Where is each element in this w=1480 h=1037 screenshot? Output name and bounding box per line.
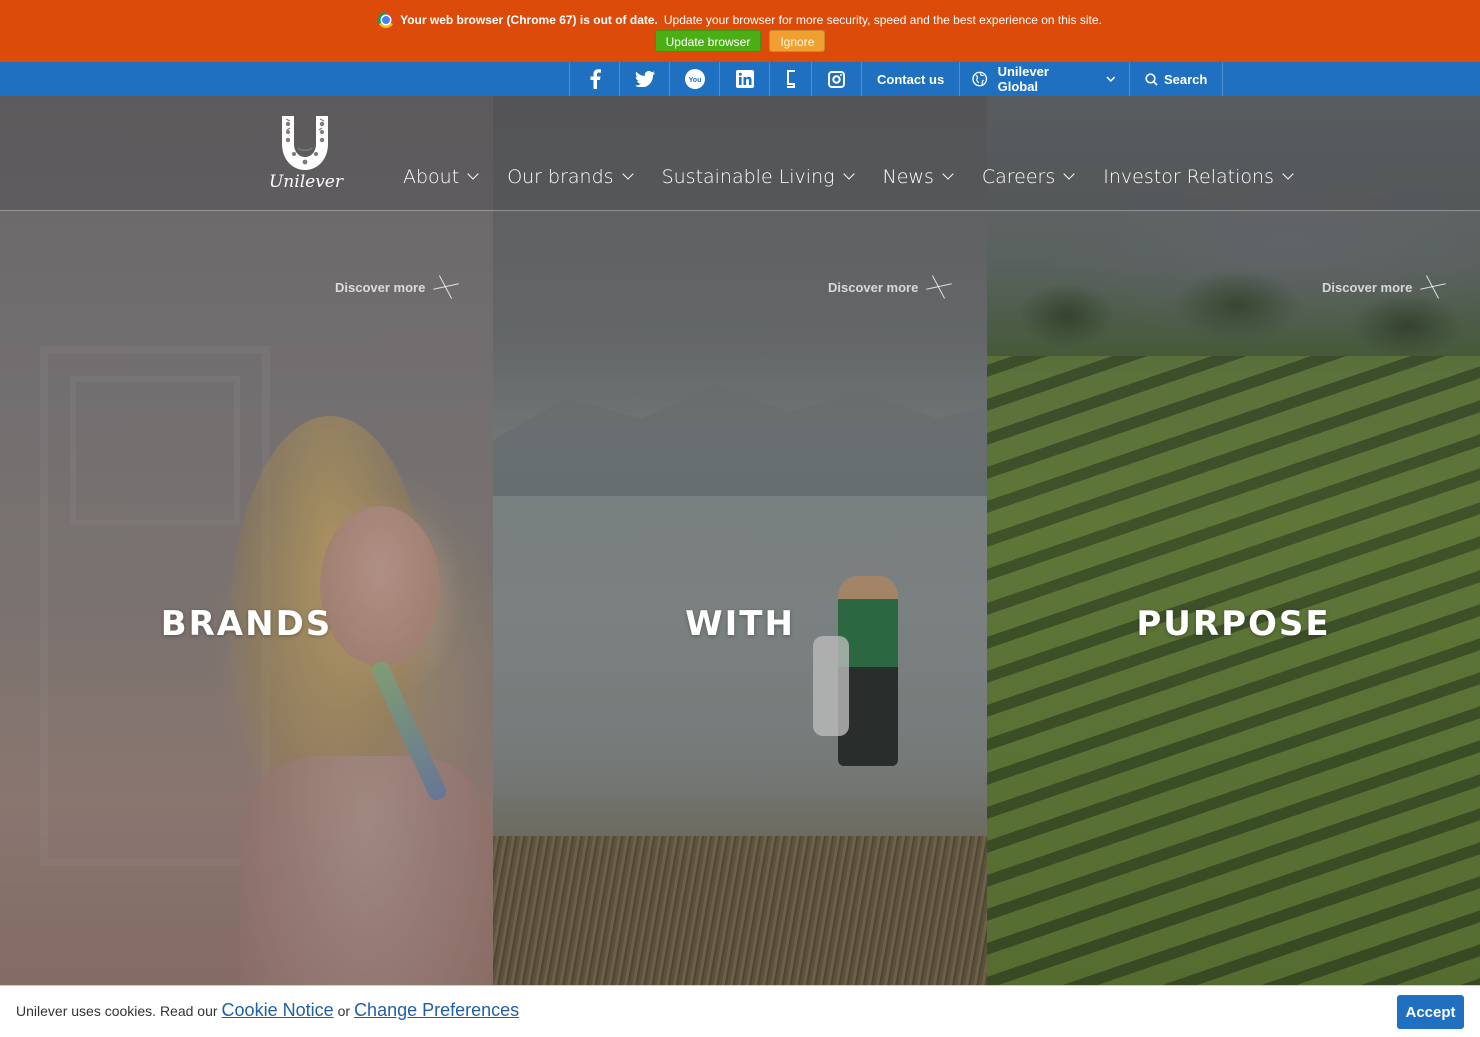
nav-item-about[interactable]: About — [403, 166, 479, 188]
nav-item-label: Investor Relations — [1103, 166, 1274, 188]
utility-bar: You Contact us Unilever Global Search — [0, 62, 1480, 96]
search-button[interactable]: Search — [1129, 62, 1224, 96]
update-message-bold: Your web browser (Chrome 67) is out of d… — [400, 13, 658, 27]
sparkle-icon — [433, 274, 459, 300]
cookie-message: Unilever uses cookies. Read our Cookie N… — [16, 1000, 519, 1021]
chevron-down-icon — [842, 168, 855, 180]
hero-word-purpose: PURPOSE — [1136, 604, 1331, 644]
chevron-down-icon — [942, 168, 954, 180]
discover-more-link-3[interactable]: Discover more — [1322, 274, 1446, 300]
instagram-link[interactable] — [811, 62, 861, 96]
hero-panel-brands[interactable]: Discover more BRANDS — [0, 96, 493, 1037]
nav-item-label: Our brands — [507, 166, 614, 188]
chevron-down-icon — [1282, 168, 1294, 180]
update-browser-banner: Your web browser (Chrome 67) is out of d… — [0, 0, 1480, 62]
update-message: Your web browser (Chrome 67) is out of d… — [0, 12, 1480, 28]
glassdoor-link[interactable] — [769, 62, 811, 96]
discover-more-link-2[interactable]: Discover more — [828, 274, 952, 300]
accept-cookies-button[interactable]: Accept — [1397, 995, 1464, 1029]
cookie-bar: Unilever uses cookies. Read our Cookie N… — [0, 985, 1480, 1037]
panel-shade — [0, 96, 493, 1037]
panel-shade — [493, 96, 987, 1037]
chrome-icon — [378, 12, 395, 28]
sparkle-icon — [926, 274, 952, 300]
hero-word-with: WITH — [685, 604, 795, 644]
unilever-wordmark: Unilever — [268, 172, 343, 192]
sparkle-icon — [1420, 274, 1446, 300]
chevron-down-icon — [1105, 76, 1115, 82]
main-navigation: Unilever About Our brands Sustainable Li… — [0, 96, 1480, 211]
hero-panel-purpose[interactable]: Discover more PURPOSE — [987, 96, 1480, 1037]
instagram-icon — [828, 70, 845, 88]
nav-item-label: About — [403, 166, 460, 188]
discover-more-link-1[interactable]: Discover more — [335, 274, 459, 300]
cookie-notice-link[interactable]: Cookie Notice — [222, 1000, 334, 1021]
nav-item-investor-relations[interactable]: Investor Relations — [1103, 166, 1294, 188]
nav-item-careers[interactable]: Careers — [981, 166, 1075, 188]
change-preferences-link[interactable]: Change Preferences — [354, 1000, 519, 1021]
nav-item-label: Careers — [981, 166, 1056, 188]
facebook-link[interactable] — [569, 62, 619, 96]
linkedin-link[interactable] — [719, 62, 769, 96]
discover-more-label: Discover more — [1322, 279, 1413, 295]
update-browser-button[interactable]: Update browser — [654, 30, 762, 52]
nav-item-our-brands[interactable]: Our brands — [507, 166, 634, 188]
ignore-button[interactable]: Ignore — [769, 30, 826, 52]
nav-item-label: Sustainable Living — [661, 166, 835, 188]
hero-word-brands: BRANDS — [160, 604, 333, 644]
search-icon — [1145, 72, 1158, 86]
hero-panel-with[interactable]: Discover more WITH — [493, 96, 987, 1037]
cookie-or-text: or — [337, 1003, 351, 1019]
search-label: Search — [1163, 71, 1208, 87]
region-selector[interactable]: Unilever Global — [959, 62, 1129, 96]
globe-icon — [972, 71, 988, 87]
nav-item-sustainable-living[interactable]: Sustainable Living — [661, 166, 855, 188]
facebook-icon — [590, 69, 601, 89]
panel-shade — [987, 96, 1480, 1037]
chevron-down-icon — [621, 168, 634, 180]
glassdoor-icon — [786, 70, 795, 88]
cookie-text: Unilever uses cookies. Read our — [16, 1003, 218, 1019]
discover-more-label: Discover more — [335, 279, 426, 295]
twitter-link[interactable] — [619, 62, 669, 96]
unilever-logo[interactable]: Unilever — [268, 114, 344, 198]
twitter-icon — [634, 71, 655, 87]
update-message-text: Update your browser for more security, s… — [663, 13, 1102, 27]
youtube-link[interactable]: You — [669, 62, 719, 96]
nav-item-news[interactable]: News — [882, 166, 954, 188]
hero: Discover more BRANDS Discover more WITH … — [0, 96, 1480, 1037]
nav-links: About Our brands Sustainable Living News… — [403, 166, 1322, 188]
unilever-u-logo-icon — [282, 116, 328, 170]
discover-more-label: Discover more — [828, 279, 919, 295]
chevron-down-icon — [1063, 168, 1075, 180]
nav-item-label: News — [882, 166, 934, 188]
linkedin-icon — [735, 70, 754, 88]
youtube-icon: You — [684, 69, 705, 89]
svg-text:You: You — [688, 77, 701, 84]
region-label: Unilever Global — [997, 64, 1049, 94]
contact-us-link[interactable]: Contact us — [861, 62, 959, 96]
chevron-down-icon — [467, 168, 479, 180]
